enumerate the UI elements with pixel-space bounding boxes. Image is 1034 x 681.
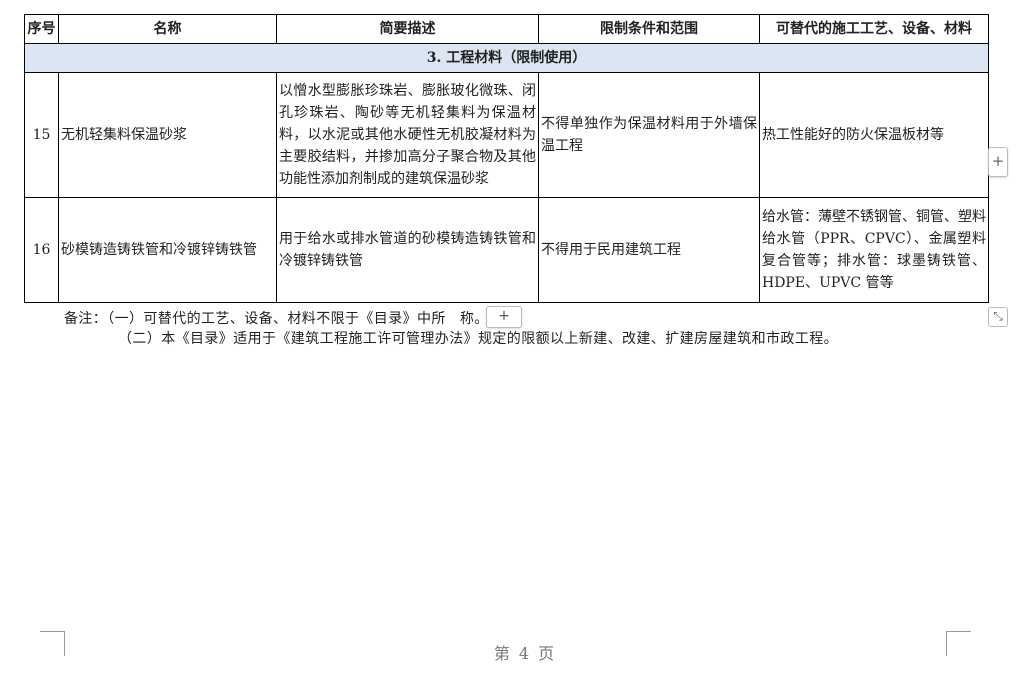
cell-alternative[interactable]: 给水管：薄壁不锈钢管、铜管、塑料给水管（PPR、CPVC）、金属塑料复合管等；排…	[759, 197, 989, 303]
header-description[interactable]: 简要描述	[276, 14, 539, 44]
header-alternative[interactable]: 可替代的施工工艺、设备、材料	[759, 14, 989, 44]
section-row: 3. 工程材料（限制使用）	[24, 43, 989, 73]
cell-description[interactable]: 以憎水型膨胀珍珠岩、膨胀玻化微珠、闭孔珍珠岩、陶砂等无机轻集料为保温材料，以水泥…	[276, 72, 539, 198]
note-line-2[interactable]: （二）本《目录》适用于《建筑工程施工许可管理办法》规定的限额以上新建、改建、扩建…	[118, 328, 838, 348]
table-header-row: 序号 名称 简要描述 限制条件和范围 可替代的施工工艺、设备、材料	[24, 14, 989, 44]
crop-mark-left	[40, 631, 65, 656]
table-row: 15 无机轻集料保温砂浆 以憎水型膨胀珍珠岩、膨胀玻化微珠、闭孔珍珠岩、陶砂等无…	[24, 72, 989, 198]
crop-mark-right	[946, 631, 971, 656]
header-no[interactable]: 序号	[24, 14, 59, 44]
cell-alternative[interactable]: 热工性能好的防火保温板材等	[759, 72, 989, 198]
note-line-1-text: 备注：（一）可替代的工艺、设备、材料不限于《目录》中所	[64, 311, 446, 327]
note-line-1[interactable]: 备注：（一）可替代的工艺、设备、材料不限于《目录》中所 称。	[64, 308, 489, 328]
cell-name[interactable]: 无机轻集料保温砂浆	[58, 72, 277, 198]
header-restriction[interactable]: 限制条件和范围	[538, 14, 760, 44]
cell-restriction[interactable]: 不得单独作为保温材料用于外墙保温工程	[538, 72, 760, 198]
page-number: 第 4 页	[493, 644, 557, 663]
section-title[interactable]: 3. 工程材料（限制使用）	[24, 43, 989, 73]
table-resize-handle[interactable]: ⤡	[988, 307, 1008, 327]
cell-name[interactable]: 砂模铸造铸铁管和冷镀锌铸铁管	[58, 197, 277, 303]
cell-restriction[interactable]: 不得用于民用建筑工程	[538, 197, 760, 303]
add-column-button[interactable]: +	[988, 147, 1008, 177]
cell-no[interactable]: 16	[24, 197, 59, 303]
restriction-table: 序号 名称 简要描述 限制条件和范围 可替代的施工工艺、设备、材料 3. 工程材…	[24, 14, 989, 303]
table-row: 16 砂模铸造铸铁管和冷镀锌铸铁管 用于给水或排水管道的砂模铸造铸铁管和冷镀锌铸…	[24, 197, 989, 303]
note-line-1-end: 称。	[459, 311, 489, 327]
add-row-button[interactable]: +	[486, 306, 522, 328]
cell-description[interactable]: 用于给水或排水管道的砂模铸造铸铁管和冷镀锌铸铁管	[276, 197, 539, 303]
header-name[interactable]: 名称	[58, 14, 277, 44]
cell-no[interactable]: 15	[24, 72, 59, 198]
